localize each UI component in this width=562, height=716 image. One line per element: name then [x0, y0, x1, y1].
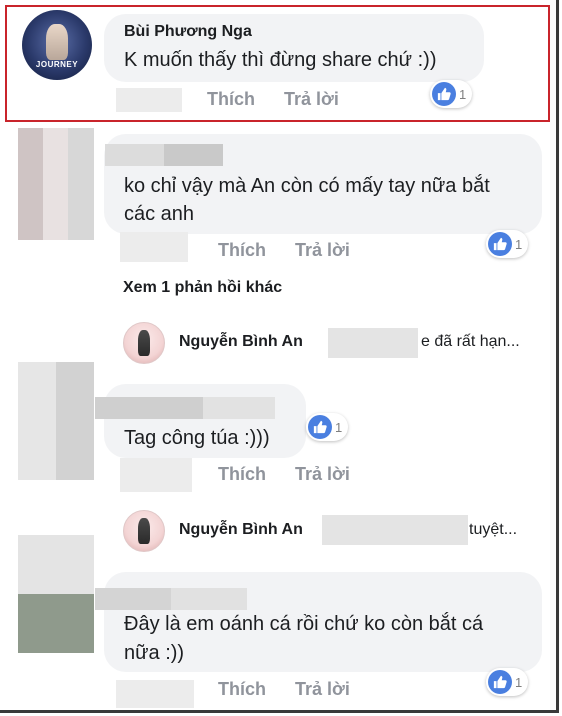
comment-3-reply-button[interactable]: Trả lời — [295, 464, 350, 485]
avatar-figure — [46, 24, 68, 60]
comment-3-avatar-blur — [18, 362, 94, 480]
reply-2-avatar[interactable] — [123, 510, 165, 552]
reply-2-text-blur — [322, 515, 468, 545]
reply-1-author[interactable]: Nguyễn Bình An — [179, 333, 303, 351]
avatar-figure — [138, 330, 150, 356]
comment-2-timestamp-blur — [120, 232, 188, 262]
comment-1-reply-button[interactable]: Trả lời — [284, 89, 339, 110]
comment-3-like-button[interactable]: Thích — [218, 464, 266, 485]
comment-2-avatar-blur — [18, 128, 94, 240]
reply-2-snippet: tuyệt... — [469, 521, 518, 538]
comment-3-text: Tag công túa :))) — [124, 427, 270, 449]
comment-2-text-line2: các anh — [124, 203, 195, 225]
comment-2-like-button[interactable]: Thích — [218, 240, 266, 261]
comment-3-reaction-count: 1 — [335, 419, 343, 435]
avatar-figure — [138, 518, 150, 544]
thumbs-up-icon — [488, 232, 512, 256]
comment-1-like-button[interactable]: Thích — [207, 89, 255, 110]
thumbs-up-icon — [308, 415, 332, 439]
comment-4-text-line1: Đây là em oánh cá rồi chứ ko còn bắt cá — [124, 613, 484, 635]
reply-1-avatar[interactable] — [123, 322, 165, 364]
comment-1-reaction-count: 1 — [459, 86, 467, 102]
comment-4-like-button[interactable]: Thích — [218, 679, 266, 700]
comment-1-text: K muốn thấy thì đừng share chứ :)) — [124, 49, 437, 71]
comment-4-author-blur — [95, 588, 247, 610]
comment-3-reaction[interactable]: 1 — [306, 413, 349, 441]
comment-1-author[interactable]: Bùi Phương Nga — [124, 23, 252, 41]
thumbs-up-icon — [432, 82, 456, 106]
comment-4-text-line2: nữa :)) — [124, 642, 185, 664]
reply-1-snippet: e đã rất hạn... — [421, 333, 520, 350]
view-more-replies-link[interactable]: Xem 1 phản hồi khác — [123, 279, 282, 297]
avatar-badge-text: JOURNEY — [35, 60, 79, 69]
comment-4-avatar-blur — [18, 535, 94, 653]
comment-1-timestamp-blur — [116, 88, 182, 112]
comment-4-reaction-count: 1 — [515, 674, 523, 690]
comment-4-reaction[interactable]: 1 — [486, 668, 529, 696]
comment-3-author-blur — [95, 397, 275, 419]
comment-3-timestamp-blur — [120, 458, 192, 492]
comment-2-reaction[interactable]: 1 — [486, 230, 529, 258]
comment-1-reaction[interactable]: 1 — [430, 80, 473, 108]
reply-2-author[interactable]: Nguyễn Bình An — [179, 521, 303, 539]
comment-4-timestamp-blur — [116, 680, 194, 708]
reply-1-text-blur — [328, 328, 418, 358]
comment-1-avatar[interactable]: JOURNEY — [22, 10, 92, 80]
comment-4-reply-button[interactable]: Trả lời — [295, 679, 350, 700]
comment-2-author-blur — [105, 144, 223, 166]
thumbs-up-icon — [488, 670, 512, 694]
comment-2-reply-button[interactable]: Trả lời — [295, 240, 350, 261]
comment-2-reaction-count: 1 — [515, 236, 523, 252]
